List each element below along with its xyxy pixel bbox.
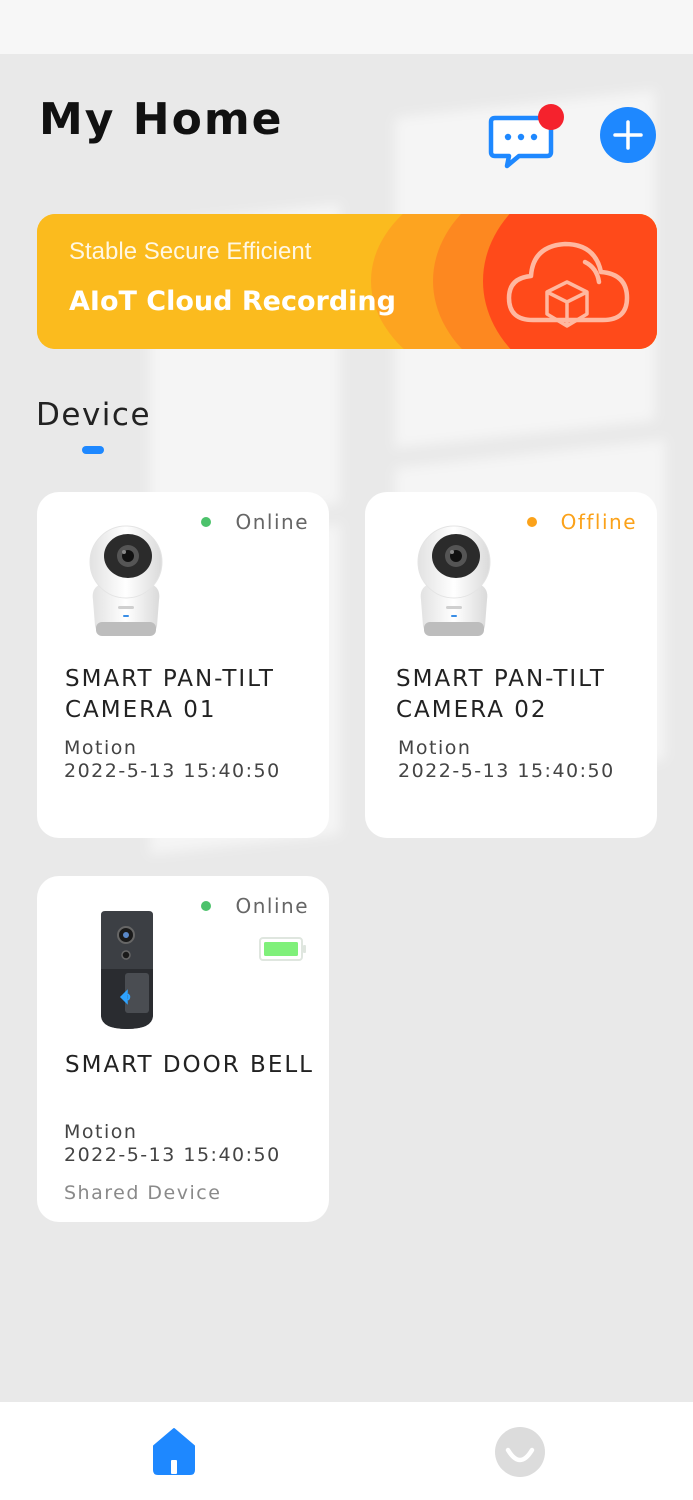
event-time: 2022-5-13 15:40:50 (398, 760, 615, 782)
event-time: 2022-5-13 15:40:50 (64, 1144, 281, 1166)
pan-tilt-camera-image (89, 525, 163, 636)
event-type: Motion (64, 737, 138, 759)
event-type: Motion (64, 1121, 138, 1143)
status-badge: Online (201, 894, 309, 918)
bottom-nav (0, 1402, 693, 1500)
shared-device-label: Shared Device (64, 1182, 222, 1204)
status-badge: Offline (526, 510, 637, 534)
section-title: Device (36, 397, 152, 433)
nav-home[interactable] (150, 1426, 198, 1476)
add-device-button[interactable] (600, 107, 656, 163)
unread-badge (538, 104, 564, 130)
pan-tilt-camera-image (417, 525, 491, 636)
status-dot (201, 901, 212, 911)
cloud-recording-banner[interactable]: Stable Secure Efficient AIoT Cloud Recor… (37, 214, 657, 349)
status-badge: Online (201, 510, 309, 534)
battery-full-icon (259, 937, 306, 961)
event-time: 2022-5-13 15:40:50 (64, 760, 281, 782)
device-event: Motion 2022-5-13 15:40:50 (64, 737, 281, 783)
status-label: Online (235, 510, 309, 534)
device-card[interactable]: Offline SMART PAN-TILT CAMERA 02 Motion … (365, 492, 657, 838)
plus-icon (613, 120, 643, 150)
device-name: SMART PAN-TILT CAMERA 02 (396, 666, 606, 723)
device-name: SMART DOOR BELL (65, 1052, 314, 1078)
device-event: Motion 2022-5-13 15:40:50 (398, 737, 615, 783)
nav-profile[interactable] (494, 1426, 546, 1478)
device-event: Motion 2022-5-13 15:40:50 (64, 1121, 281, 1167)
banner-title: AIoT Cloud Recording (69, 286, 396, 317)
profile-smile-icon (495, 1427, 545, 1477)
device-name: SMART PAN-TILT CAMERA 01 (65, 666, 275, 723)
device-card[interactable]: Online SMART PAN-TILT CAMERA 01 Motion 2… (37, 492, 329, 838)
status-dot (526, 517, 537, 527)
cloud-box-icon (506, 241, 630, 328)
event-type: Motion (398, 737, 472, 759)
section-underline (82, 446, 104, 454)
status-bar (0, 0, 693, 54)
doorbell-image (101, 911, 153, 1029)
status-label: Online (235, 894, 309, 918)
device-card[interactable]: Online SMART DOOR BELL Motion 2022-5-13 … (37, 876, 329, 1222)
status-label: Offline (560, 510, 637, 534)
page-title: My Home (39, 94, 284, 145)
banner-subtitle: Stable Secure Efficient (69, 238, 312, 265)
home-icon (153, 1428, 195, 1475)
status-dot (201, 517, 212, 527)
